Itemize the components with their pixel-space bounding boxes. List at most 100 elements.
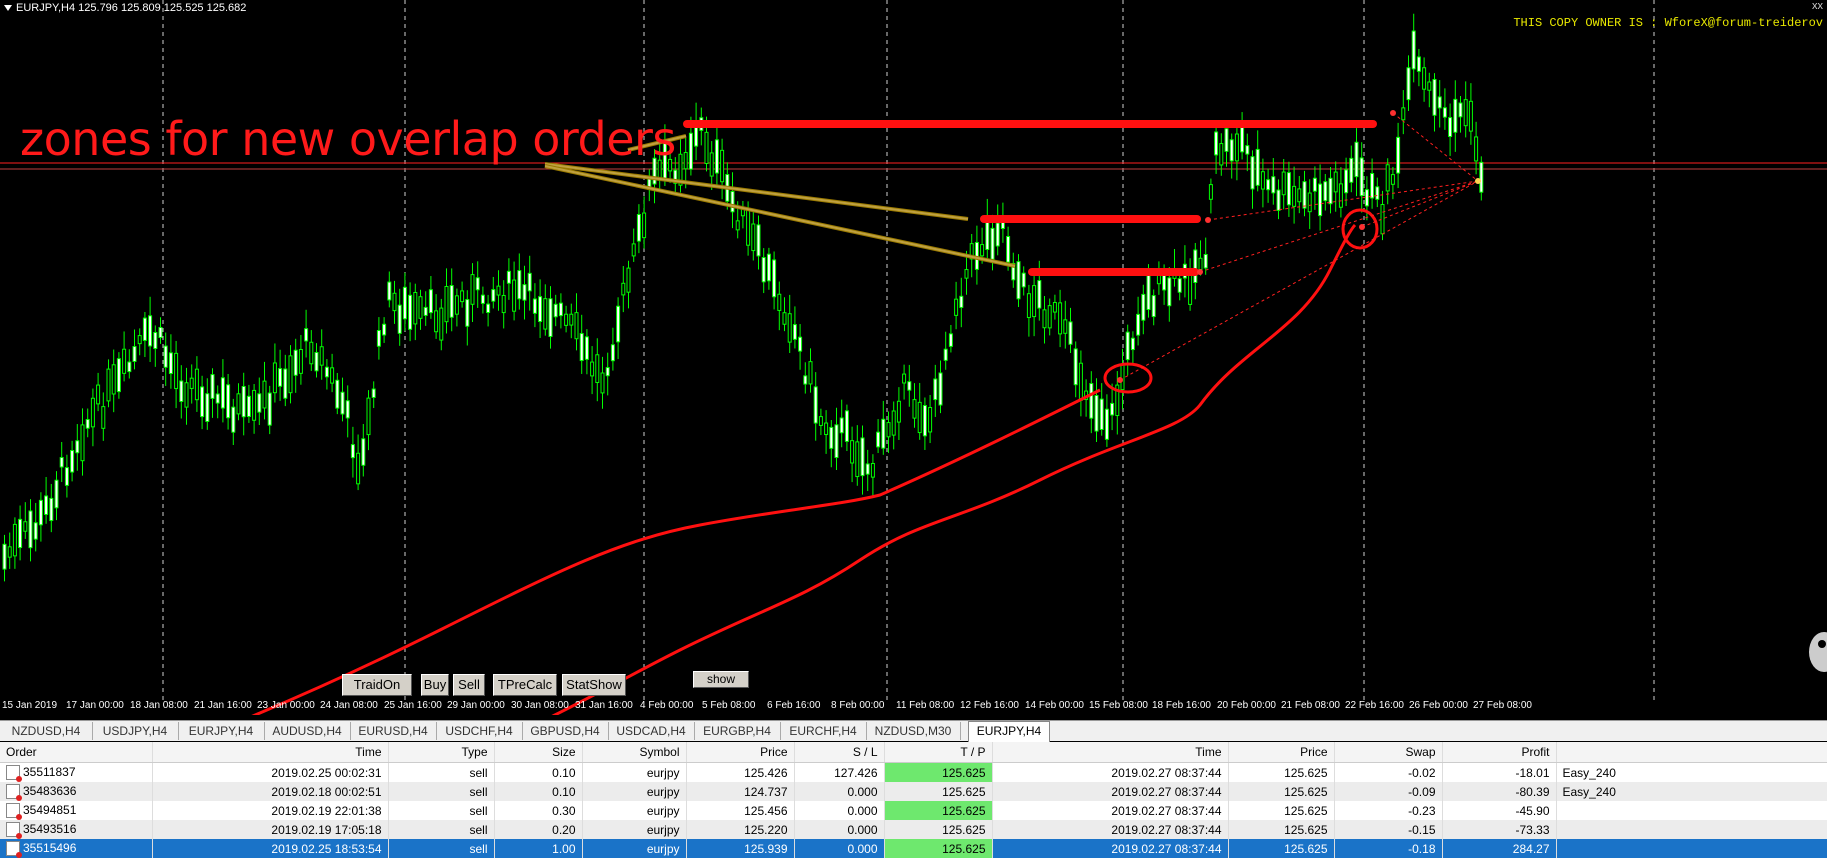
tab-usdjpy-h4[interactable]: USDJPY,H4 (92, 722, 179, 740)
column-header[interactable]: Order (0, 742, 153, 763)
tab-usdchf-h4[interactable]: USDCHF,H4 (436, 722, 523, 740)
tab-usdcad-h4[interactable]: USDCAD,H4 (608, 722, 695, 740)
column-header[interactable]: Swap (1334, 742, 1443, 763)
sell-button[interactable]: Sell (453, 674, 485, 696)
column-header[interactable]: Size (494, 742, 583, 763)
candle-body (1359, 157, 1364, 197)
candle-body (142, 317, 147, 341)
statshow-button[interactable]: StatShow (562, 674, 626, 696)
column-header[interactable]: Profit (1442, 742, 1557, 763)
column-header[interactable]: Time (152, 742, 389, 763)
candle-body (1323, 181, 1328, 202)
x-tick-label: 18 Feb 16:00 (1152, 700, 1211, 711)
column-header[interactable]: Time (992, 742, 1229, 763)
candle-body (1370, 173, 1375, 199)
candle-body (376, 330, 381, 347)
table-row[interactable]: 35511837 2019.02.25 00:02:31 sell 0.10 eurjp… (0, 762, 1827, 782)
candle-body (1120, 364, 1125, 391)
candle-body (1162, 274, 1167, 291)
candle-body (616, 305, 621, 343)
candle-body (231, 406, 236, 433)
candle-body (111, 364, 116, 395)
candle-body (1203, 254, 1208, 269)
table-cell: 35511837 (0, 762, 153, 782)
tab-eurgbp-h4[interactable]: EURGBP,H4 (694, 722, 781, 740)
trade-marker (1390, 110, 1396, 116)
candle-body (64, 467, 69, 486)
candle-body (434, 310, 439, 333)
candle-body (1302, 181, 1307, 209)
x-tick-label: 18 Jan 08:00 (130, 700, 188, 711)
table-cell: 125.625 (884, 762, 993, 782)
tab-eurjpy-h4[interactable]: EURJPY,H4 (178, 722, 265, 740)
traidon-button[interactable]: TraidOn (342, 674, 412, 696)
tab-nzdusd-h4[interactable]: NZDUSD,H4 (0, 722, 93, 740)
candle-body (1177, 278, 1182, 293)
x-tick-label: 22 Feb 16:00 (1345, 700, 1404, 711)
table-row[interactable]: 35493516 2019.02.19 17:05:18 sell 0.20 eurjp… (0, 820, 1827, 839)
close-icon[interactable]: xx (1812, 0, 1823, 12)
tab-eurjpy-h4[interactable]: EURJPY,H4 (968, 721, 1050, 742)
candle-body (1037, 280, 1042, 309)
buy-button[interactable]: Buy (421, 674, 449, 696)
candle-body (720, 149, 725, 183)
candle-body (938, 372, 943, 406)
candle-body (1453, 98, 1458, 133)
column-header[interactable]: T / P (884, 742, 993, 763)
column-header[interactable]: Type (388, 742, 495, 763)
column-header[interactable]: S / L (794, 742, 885, 763)
column-header[interactable]: Price (1228, 742, 1335, 763)
candle-body (954, 298, 959, 316)
candle-body (283, 368, 288, 399)
candle-body (522, 284, 527, 301)
column-header[interactable]: Price (686, 742, 795, 763)
dropdown-triangle-icon[interactable] (4, 5, 12, 12)
column-header[interactable] (1556, 742, 1827, 763)
candle-body (132, 346, 137, 362)
x-tick-label: 15 Feb 08:00 (1089, 700, 1148, 711)
candle-body (579, 333, 584, 362)
table-cell: 125.625 (884, 820, 993, 839)
table-cell: sell (388, 801, 495, 820)
column-header[interactable]: Symbol (582, 742, 687, 763)
table-row[interactable]: 35515496 2019.02.25 18:53:54 sell 1.00 eurjp… (0, 839, 1827, 858)
table-row[interactable]: 35494851 2019.02.19 22:01:38 sell 0.30 eurjp… (0, 801, 1827, 820)
trade-marker (1197, 269, 1203, 275)
table-cell: 284.27 (1442, 839, 1557, 858)
show-button[interactable]: show (693, 671, 749, 688)
table-row[interactable]: 35483636 2019.02.18 00:02:51 sell 0.10 eurjp… (0, 782, 1827, 801)
candle-body (85, 419, 90, 429)
tab-audusd-h4[interactable]: AUDUSD,H4 (264, 722, 351, 740)
candle-body (158, 326, 163, 339)
candle-body (896, 400, 901, 423)
trade-marker (1117, 377, 1123, 383)
candle-body (829, 426, 834, 449)
table-cell: eurjpy (582, 820, 687, 839)
tprecalc-button[interactable]: TPreCalc (493, 674, 557, 696)
candle-body (236, 393, 241, 415)
candle-body (959, 295, 964, 308)
candle-body (610, 344, 615, 362)
candle-body (1234, 133, 1239, 162)
table-cell: 0.10 (494, 782, 583, 801)
candle-body (179, 380, 184, 402)
candle-body (1422, 67, 1427, 90)
tab-eurchf-h4[interactable]: EURCHF,H4 (780, 722, 867, 740)
candle-body (1219, 143, 1224, 166)
candle-body (558, 302, 563, 317)
tab-eurusd-h4[interactable]: EURUSD,H4 (350, 722, 437, 740)
candle-body (304, 328, 309, 342)
candle-body (730, 191, 735, 213)
candle-body (870, 462, 875, 478)
candle-body (137, 335, 142, 345)
candle-body (1058, 302, 1063, 335)
candle-body (1333, 171, 1338, 193)
tab-gbpusd-h4[interactable]: GBPUSD,H4 (522, 722, 609, 740)
candle-body (532, 298, 537, 314)
candle-body (2, 543, 7, 570)
candle-body (335, 379, 340, 409)
candle-body (943, 348, 948, 361)
candle-body (1167, 277, 1172, 307)
tab-nzdusd-m30[interactable]: NZDUSD,M30 (866, 722, 961, 740)
price-chart[interactable]: EURJPY,H4 125.796 125.809 125.525 125.68… (0, 0, 1827, 715)
